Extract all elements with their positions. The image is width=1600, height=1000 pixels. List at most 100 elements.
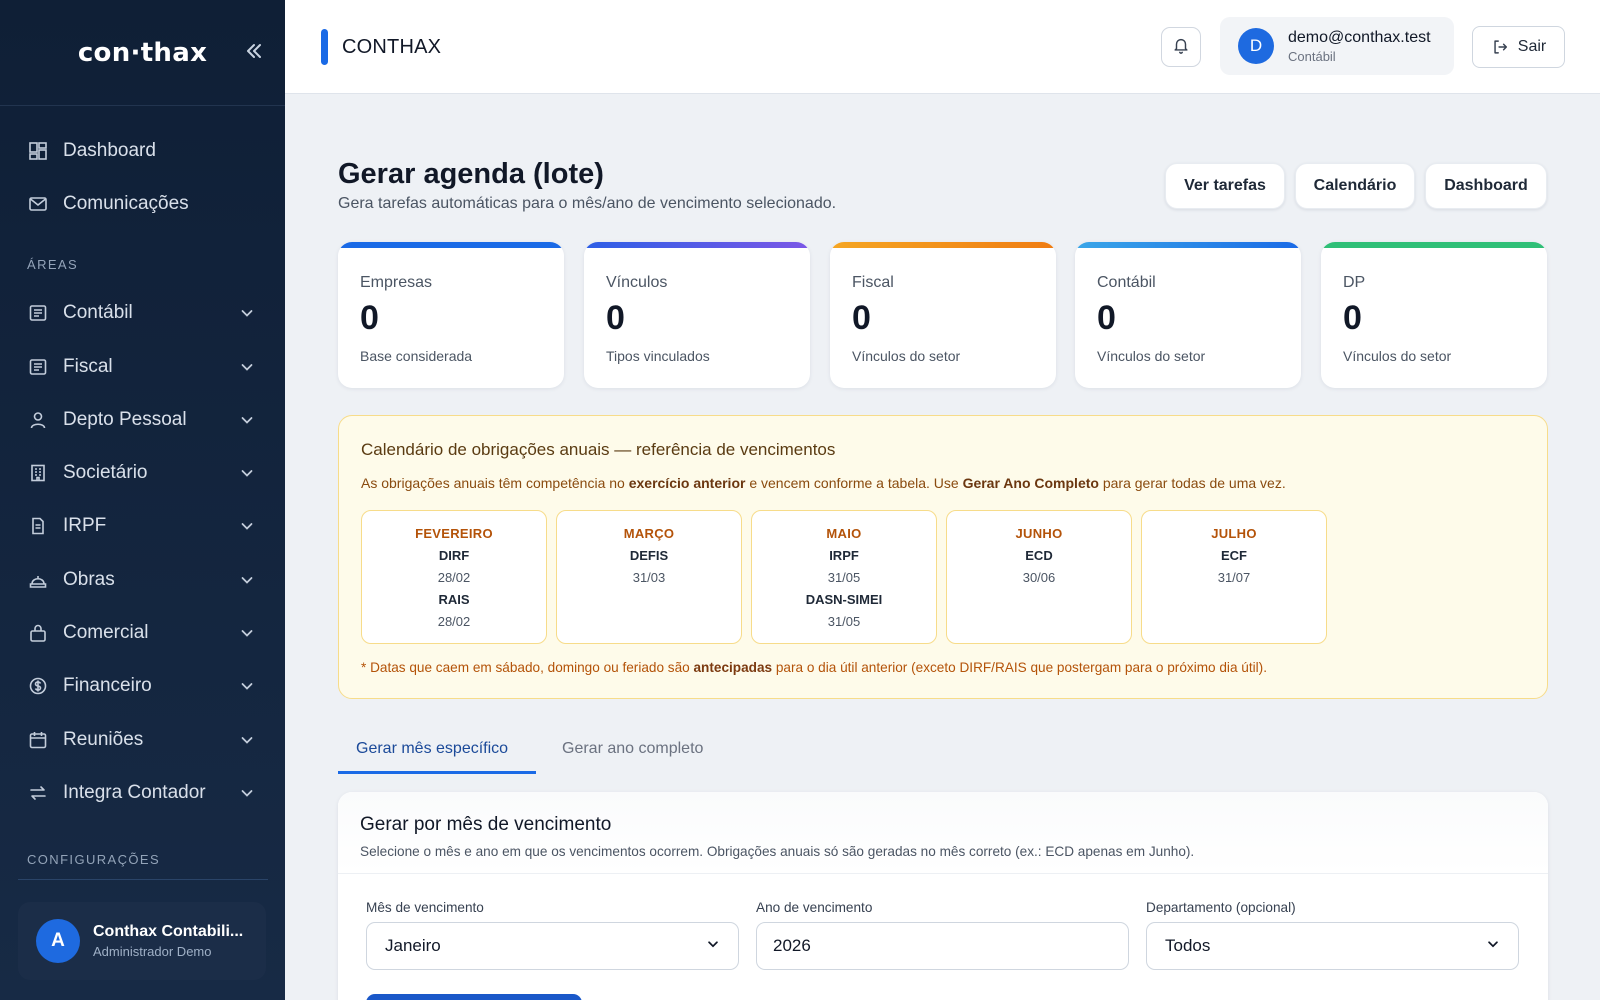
sidebar-item-label: Integra Contador [63, 781, 206, 803]
month-card-maio: MAIO IRPF 31/05 DASN-SIMEI 31/05 [751, 510, 937, 644]
stat-accent [584, 242, 810, 248]
dashboard-button[interactable]: Dashboard [1425, 163, 1547, 209]
sidebar-item-fiscal[interactable]: Fiscal [0, 340, 285, 393]
sidebar-item-obras[interactable]: Obras [0, 553, 285, 606]
form-header: Gerar por mês de vencimento Selecione o … [338, 792, 1548, 874]
sidebar-item-integra-contador[interactable]: Integra Contador [0, 766, 285, 819]
obligation-date: 30/06 [1022, 570, 1056, 585]
month-name: FEVEREIRO [415, 526, 493, 541]
chevron-down-icon [239, 572, 255, 588]
brand: con·thax [0, 0, 285, 106]
desc-text: e vencem conforme a tabela. Use [745, 475, 963, 491]
section-label-areas: ÁREAS [27, 256, 79, 272]
note-text: * Datas que caem em sábado, domingo ou f… [361, 660, 694, 675]
view-tasks-button[interactable]: Ver tarefas [1165, 163, 1285, 209]
sidebar-item-comunicacoes[interactable]: Comunicações [0, 177, 285, 230]
notifications-button[interactable] [1161, 27, 1201, 67]
logout-icon [1494, 40, 1507, 54]
sidebar-item-depto-pessoal[interactable]: Depto Pessoal [0, 393, 285, 446]
bell-icon [1172, 36, 1190, 59]
chevron-down-icon [239, 785, 255, 801]
avatar: D [1238, 28, 1274, 64]
title-accent [321, 29, 328, 65]
sidebar-user-card[interactable]: A Conthax Contabili... Administrador Dem… [18, 902, 266, 980]
desc-text: para gerar todas de uma vez. [1098, 475, 1286, 491]
dashboard-icon [28, 141, 48, 161]
sidebar-item-label: Financeiro [63, 675, 152, 697]
chevron-down-icon [1486, 936, 1500, 956]
sidebar-item-comercial[interactable]: Comercial [0, 606, 285, 659]
sidebar-item-label: Depto Pessoal [63, 408, 187, 430]
account-menu[interactable]: D demo@conthax.test Contábil [1220, 17, 1454, 75]
collapse-sidebar-icon[interactable] [243, 40, 265, 62]
month-select[interactable]: Janeiro [366, 922, 739, 970]
month-card-julho: JULHO ECF 31/07 [1141, 510, 1327, 644]
chevron-down-icon [239, 359, 255, 375]
stat-value: 0 [606, 299, 625, 337]
divider [18, 879, 268, 880]
stat-card-contabil: Contábil 0 Vínculos do setor [1075, 242, 1301, 388]
brand-logo: con·thax [77, 37, 208, 68]
stat-label: Contábil [1097, 274, 1156, 291]
avatar: A [36, 919, 80, 963]
obligation-name: DASN-SIMEI [805, 592, 883, 607]
sidebar-item-dashboard[interactable]: Dashboard [0, 124, 285, 177]
stat-label: Empresas [360, 274, 433, 291]
stat-card-dp: DP 0 Vínculos do setor [1321, 242, 1547, 388]
month-name: JULHO [1211, 526, 1257, 541]
desc-bold: exercício anterior [628, 475, 746, 491]
obligation-date: 31/05 [827, 614, 861, 629]
calendar-button[interactable]: Calendário [1295, 163, 1415, 209]
chevron-down-icon [239, 465, 255, 481]
money-icon [28, 676, 48, 696]
ledger-icon [28, 303, 48, 323]
year-input[interactable]: 2026 [756, 922, 1129, 970]
sidebar-item-financeiro[interactable]: Financeiro [0, 660, 285, 713]
sidebar-item-label: Comercial [63, 622, 149, 644]
stat-card-fiscal: Fiscal 0 Vínculos do setor [830, 242, 1056, 388]
logout-button[interactable]: Sair [1472, 26, 1565, 68]
department-select-value: Todos [1165, 936, 1211, 955]
page-subtitle: Gera tarefas automáticas para o mês/ano … [338, 195, 837, 212]
logout-label: Sair [1517, 38, 1547, 55]
stat-value: 0 [360, 299, 379, 337]
stat-card-vinculos: Vínculos 0 Tipos vinculados [584, 242, 810, 388]
chevron-down-icon [239, 518, 255, 534]
document-icon [28, 516, 48, 536]
form-subtitle: Selecione o mês e ano em que os vencimen… [360, 844, 1195, 859]
chevron-down-icon [239, 305, 255, 321]
bag-icon [28, 623, 48, 643]
stat-sub: Base considerada [360, 348, 473, 364]
tab-gerar-mes[interactable]: Gerar mês específico [338, 730, 536, 774]
building-icon [28, 463, 48, 483]
month-name: JUNHO [1015, 526, 1063, 541]
department-select[interactable]: Todos [1146, 922, 1519, 970]
sidebar-item-societario[interactable]: Societário [0, 446, 285, 499]
panel-footnote: * Datas que caem em sábado, domingo ou f… [361, 660, 1267, 675]
tab-gerar-ano[interactable]: Gerar ano completo [544, 730, 721, 774]
sidebar-item-irpf[interactable]: IRPF [0, 500, 285, 553]
annual-obligations-panel: Calendário de obrigações anuais — referê… [338, 415, 1548, 699]
sidebar-item-label: Dashboard [63, 139, 156, 161]
stat-sub: Vínculos do setor [1343, 348, 1452, 364]
user-role: Administrador Demo [93, 944, 212, 959]
sidebar-item-label: Societário [63, 462, 148, 484]
month-select-value: Janeiro [385, 936, 441, 955]
ledger-icon [28, 357, 48, 377]
stat-label: DP [1343, 274, 1366, 291]
note-text: para o dia útil anterior (exceto DIRF/RA… [772, 660, 1267, 675]
stat-accent [338, 242, 564, 248]
construction-icon [28, 570, 48, 590]
generate-button[interactable] [366, 994, 582, 1000]
sidebar-item-contabil[interactable]: Contábil [0, 287, 285, 340]
section-label-config: CONFIGURAÇÕES [27, 852, 161, 867]
obligation-name: ECD [1025, 548, 1053, 563]
month-card-junho: JUNHO ECD 30/06 [946, 510, 1132, 644]
person-icon [28, 410, 48, 430]
obligation-name: DIRF [438, 548, 470, 563]
sidebar-item-reunioes[interactable]: Reuniões [0, 713, 285, 766]
department-label: Departamento (opcional) [1146, 900, 1296, 915]
account-role: Contábil [1288, 48, 1336, 64]
obligation-name: DEFIS [629, 548, 669, 563]
mail-icon [28, 194, 48, 214]
